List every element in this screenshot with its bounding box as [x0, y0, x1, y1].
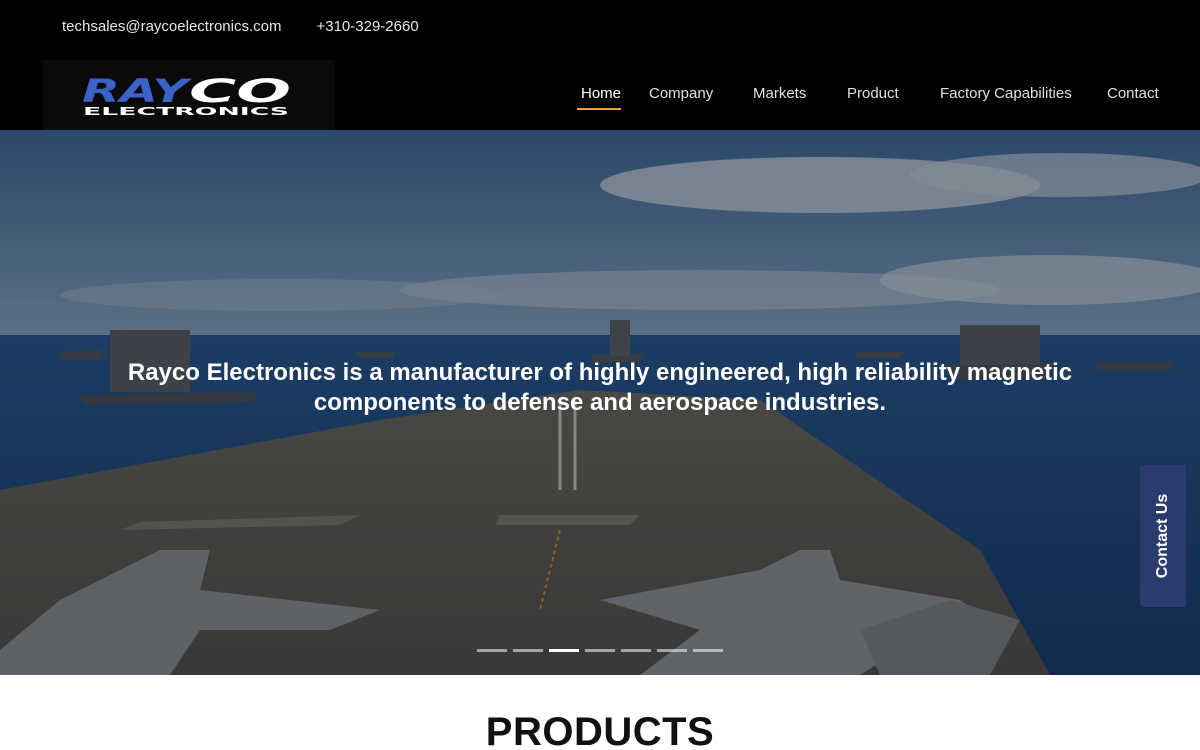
- nav-contact[interactable]: Contact: [1107, 85, 1159, 102]
- main-nav: Home Company Markets Product Factory Cap…: [0, 85, 1200, 105]
- contact-us-label: Contact Us: [1154, 493, 1171, 579]
- contact-info: techsales@raycoelectronics.com +310-329-…: [62, 18, 419, 35]
- slider-dot-7[interactable]: [693, 649, 723, 652]
- nav-markets[interactable]: Markets: [753, 85, 806, 102]
- slider-dot-2[interactable]: [513, 649, 543, 652]
- slider-dot-4[interactable]: [585, 649, 615, 652]
- nav-product[interactable]: Product: [847, 85, 899, 102]
- email-link[interactable]: techsales@raycoelectronics.com: [62, 18, 281, 35]
- top-header: techsales@raycoelectronics.com +310-329-…: [0, 0, 1200, 130]
- nav-home[interactable]: Home: [581, 85, 621, 102]
- slider-dot-5[interactable]: [621, 649, 651, 652]
- hero-headline: Rayco Electronics is a manufacturer of h…: [127, 359, 1073, 416]
- nav-company[interactable]: Company: [649, 85, 713, 102]
- logo-text-electronics: ELECTRONICS: [83, 105, 289, 117]
- contact-us-tab[interactable]: Contact Us: [1140, 465, 1186, 607]
- slider-dot-3[interactable]: [549, 649, 579, 652]
- active-nav-indicator: [577, 108, 621, 110]
- hero-slider: Rayco Electronics is a manufacturer of h…: [0, 130, 1200, 675]
- nav-factory-capabilities[interactable]: Factory Capabilities: [940, 85, 1072, 102]
- slider-dots: [477, 649, 723, 652]
- products-heading: PRODUCTS: [485, 710, 715, 750]
- phone-link[interactable]: +310-329-2660: [316, 18, 418, 35]
- slider-dot-1[interactable]: [477, 649, 507, 652]
- slider-dot-6[interactable]: [657, 649, 687, 652]
